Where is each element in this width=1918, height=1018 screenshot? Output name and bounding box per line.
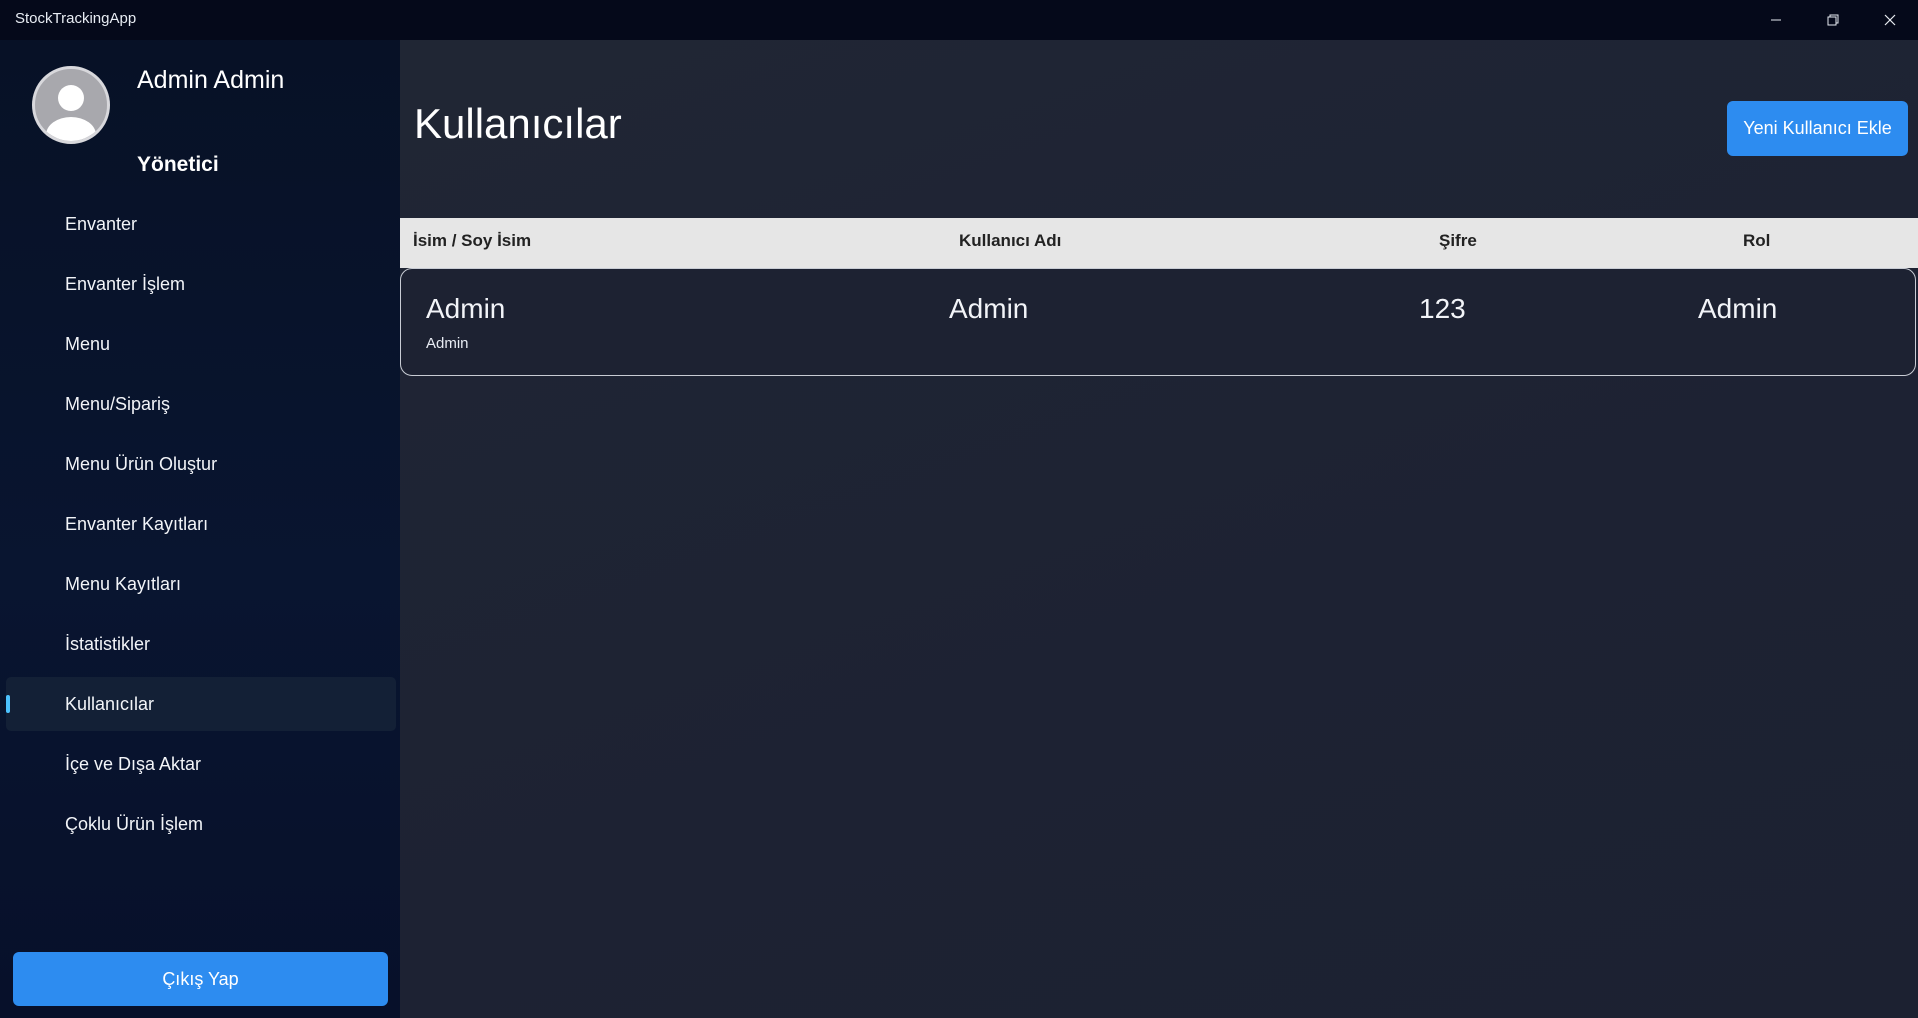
sidebar-item-label: Çoklu Ürün İşlem [65, 813, 204, 834]
logout-button[interactable]: Çıkış Yap [13, 952, 388, 1006]
sidebar-item-kullanicilar[interactable]: Kullanıcılar [6, 677, 396, 731]
user-profile: Admin Admin Yönetici [32, 66, 392, 186]
active-indicator [6, 695, 10, 713]
sidebar-nav: Envanter Envanter İşlem Menu Menu/Sipari… [6, 197, 396, 857]
column-header-username[interactable]: Kullanıcı Adı [959, 231, 1061, 251]
cell-password: 123 [1419, 293, 1466, 324]
sidebar-item-label: Kullanıcılar [65, 693, 155, 714]
profile-role: Yönetici [137, 153, 219, 176]
column-header-name[interactable]: İsim / Soy İsim [413, 231, 531, 251]
minimize-icon [1770, 19, 1781, 21]
restore-icon [1827, 14, 1838, 26]
close-icon [1884, 14, 1895, 26]
column-header-password[interactable]: Şifre [1439, 231, 1477, 251]
sidebar-item-envanter-kayitlari[interactable]: Envanter Kayıtları [6, 497, 396, 551]
sidebar-item-menu-siparis[interactable]: Menu/Sipariş [6, 377, 396, 431]
add-user-button[interactable]: Yeni Kullanıcı Ekle [1727, 101, 1908, 156]
table-row[interactable]: Admin Admin Admin 123 Admin [400, 268, 1916, 376]
table-header: İsim / Soy İsim Kullanıcı Adı Şifre Rol [400, 218, 1918, 268]
cell-name: Admin [426, 293, 506, 324]
sidebar-item-label: Menu Kayıtları [65, 573, 182, 594]
sidebar-item-label: İstatistikler [65, 633, 151, 654]
title-bar: StockTrackingApp [0, 0, 1918, 40]
cell-surname: Admin [426, 335, 469, 352]
app-title: StockTrackingApp [15, 10, 137, 27]
sidebar-item-envanter[interactable]: Envanter [6, 197, 396, 251]
cell-username: Admin [949, 293, 1029, 324]
sidebar-item-label: Envanter [65, 213, 138, 234]
sidebar-item-label: İçe ve Dışa Aktar [65, 753, 202, 774]
sidebar-item-label: Envanter Kayıtları [65, 513, 209, 534]
sidebar-item-menu-urun-olustur[interactable]: Menu Ürün Oluştur [6, 437, 396, 491]
sidebar-item-label: Envanter İşlem [65, 273, 186, 294]
sidebar-item-istatistikler[interactable]: İstatistikler [6, 617, 396, 671]
sidebar-item-label: Menu [65, 333, 111, 354]
close-button[interactable] [1861, 0, 1918, 40]
app-window: StockTrackingApp Admin Admin Yönetici En… [0, 0, 1918, 1018]
sidebar-item-label: Menu/Sipariş [65, 393, 171, 414]
user-avatar-icon [32, 66, 110, 144]
minimize-button[interactable] [1747, 0, 1804, 40]
sidebar-item-ice-disa-aktar[interactable]: İçe ve Dışa Aktar [6, 737, 396, 791]
sidebar-item-label: Menu Ürün Oluştur [65, 453, 218, 474]
sidebar-item-menu-kayitlari[interactable]: Menu Kayıtları [6, 557, 396, 611]
profile-name: Admin Admin [137, 66, 285, 94]
sidebar-item-envanter-islem[interactable]: Envanter İşlem [6, 257, 396, 311]
column-header-role[interactable]: Rol [1743, 231, 1770, 251]
main-content: Kullanıcılar Yeni Kullanıcı Ekle İsim / … [400, 40, 1918, 1018]
maximize-button[interactable] [1804, 0, 1861, 40]
sidebar-item-menu[interactable]: Menu [6, 317, 396, 371]
page-title: Kullanıcılar [414, 100, 622, 147]
cell-role: Admin [1698, 293, 1778, 324]
sidebar-item-coklu-urun-islem[interactable]: Çoklu Ürün İşlem [6, 797, 396, 851]
sidebar: Admin Admin Yönetici Envanter Envanter İ… [0, 40, 400, 1018]
